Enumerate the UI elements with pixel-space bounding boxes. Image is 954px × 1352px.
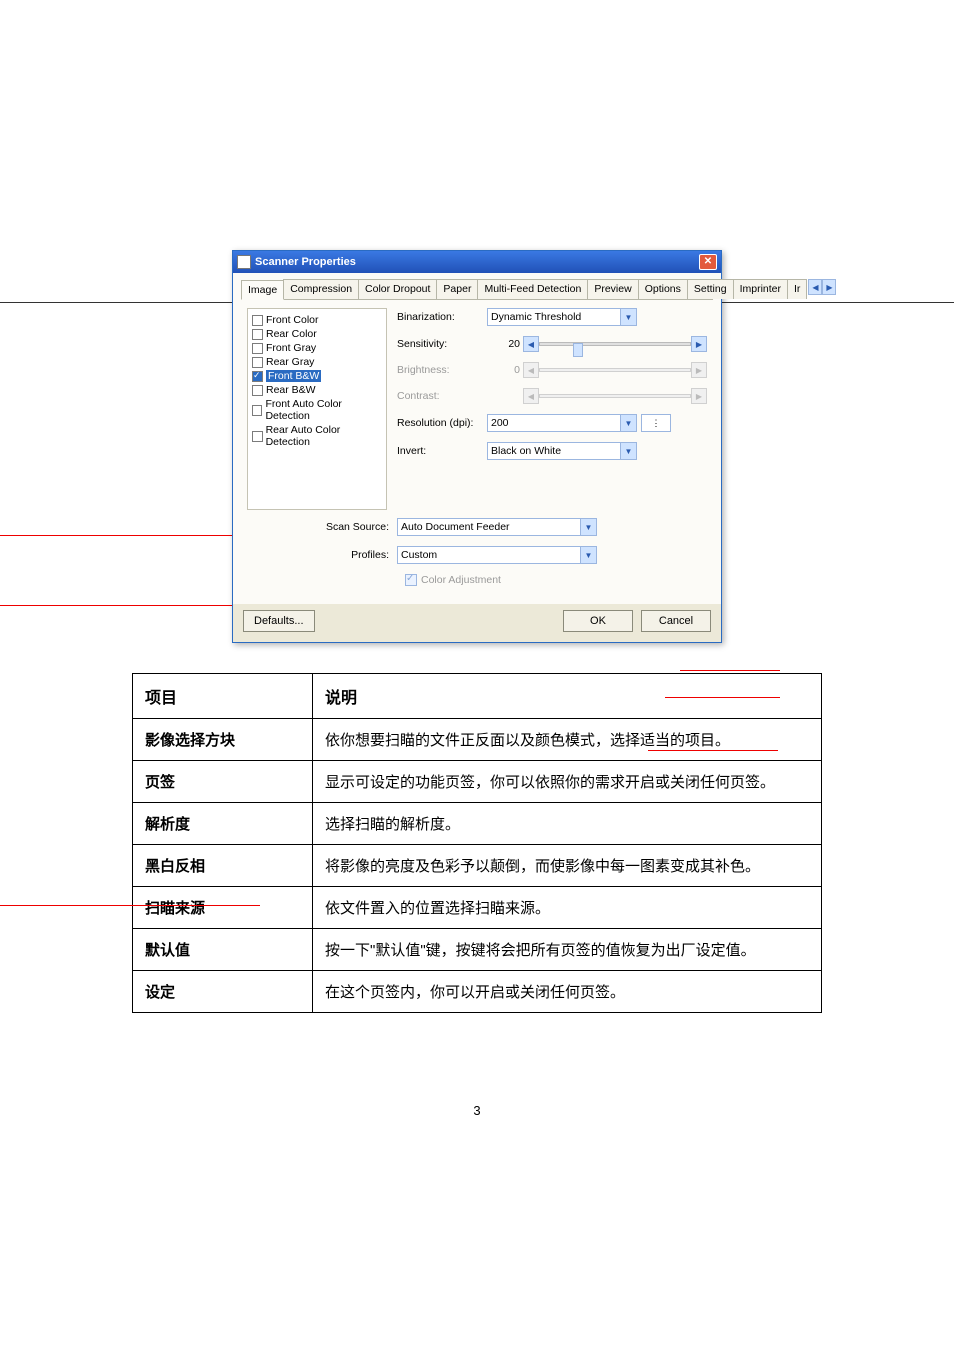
opt-front-bw[interactable]: Front B&W (252, 369, 382, 383)
annotation-line (0, 905, 260, 906)
scanner-properties-dialog: Scanner Properties ✕ Image Compression C… (232, 250, 722, 643)
table-cell: 默认值 (133, 929, 313, 971)
table-cell: 选择扫瞄的解析度。 (313, 803, 822, 845)
tab-setting[interactable]: Setting (687, 279, 734, 299)
brightness-value: 0 (487, 364, 523, 376)
scan-source-label: Scan Source: (247, 521, 397, 533)
contrast-slider: ◀▶ (523, 388, 707, 404)
color-adjustment-checkbox (405, 574, 417, 586)
opt-rear-color[interactable]: Rear Color (252, 327, 382, 341)
chevron-down-icon: ▼ (620, 443, 636, 459)
opt-rear-auto[interactable]: Rear Auto Color Detection (252, 423, 382, 449)
color-adjustment-label: Color Adjustment (421, 574, 501, 586)
annotation-line (648, 750, 778, 751)
table-cell: 黑白反相 (133, 845, 313, 887)
invert-label: Invert: (397, 445, 487, 457)
brightness-slider: ◀▶ (523, 362, 707, 378)
invert-combo[interactable]: Black on White▼ (487, 442, 637, 460)
tab-paper[interactable]: Paper (436, 279, 478, 299)
table-cell: 设定 (133, 971, 313, 1013)
chevron-down-icon: ▼ (620, 309, 636, 325)
resolution-label: Resolution (dpi): (397, 417, 487, 429)
defaults-button[interactable]: Defaults... (243, 610, 315, 632)
table-cell: 将影像的亮度及色彩予以颠倒，而使影像中每一图素变成其补色。 (313, 845, 822, 887)
tab-preview[interactable]: Preview (587, 279, 638, 299)
table-cell: 显示可设定的功能页签，你可以依照你的需求开启或关闭任何页签。 (313, 761, 822, 803)
slider-left-icon[interactable]: ◀ (523, 336, 539, 352)
close-icon[interactable]: ✕ (699, 254, 717, 270)
cancel-button[interactable]: Cancel (641, 610, 711, 632)
ok-button[interactable]: OK (563, 610, 633, 632)
app-icon (237, 255, 251, 269)
table-cell: 依你想要扫瞄的文件正反面以及颜色模式，选择适当的项目。 (313, 719, 822, 761)
page-number: 3 (0, 1103, 954, 1118)
tab-compression[interactable]: Compression (283, 279, 359, 299)
opt-front-color[interactable]: Front Color (252, 313, 382, 327)
brightness-label: Brightness: (397, 364, 487, 376)
scan-source-combo[interactable]: Auto Document Feeder▼ (397, 518, 597, 536)
tab-options[interactable]: Options (638, 279, 688, 299)
titlebar: Scanner Properties ✕ (233, 251, 721, 273)
resolution-combo[interactable]: 200▼ (487, 414, 637, 432)
image-selection-box: Front Color Rear Color Front Gray Rear G… (247, 308, 387, 510)
opt-front-auto[interactable]: Front Auto Color Detection (252, 397, 382, 423)
chevron-down-icon: ▼ (620, 415, 636, 431)
table-cell: 在这个页签内，你可以开启或关闭任何页签。 (313, 971, 822, 1013)
tab-strip: Image Compression Color Dropout Paper Mu… (241, 279, 713, 300)
tab-imprinter[interactable]: Imprinter (733, 279, 788, 299)
table-cell: 扫瞄来源 (133, 887, 313, 929)
tab-color-dropout[interactable]: Color Dropout (358, 279, 437, 299)
profiles-combo[interactable]: Custom▼ (397, 546, 597, 564)
annotation-line (0, 535, 265, 536)
slider-right-icon[interactable]: ▶ (691, 336, 707, 352)
tab-scroll-left-icon[interactable]: ◀ (808, 279, 822, 295)
sensitivity-value: 20 (487, 338, 523, 350)
opt-front-gray[interactable]: Front Gray (252, 341, 382, 355)
table-cell: 页签 (133, 761, 313, 803)
tab-multifeed[interactable]: Multi-Feed Detection (477, 279, 588, 299)
resolution-spin[interactable]: ⋮ (641, 414, 671, 432)
sensitivity-slider[interactable]: ◀ ▶ (523, 336, 707, 352)
table-header: 说明 (313, 674, 822, 719)
table-header: 项目 (133, 674, 313, 719)
table-cell: 影像选择方块 (133, 719, 313, 761)
opt-rear-gray[interactable]: Rear Gray (252, 355, 382, 369)
contrast-label: Contrast: (397, 390, 487, 402)
opt-rear-bw[interactable]: Rear B&W (252, 383, 382, 397)
tab-image[interactable]: Image (241, 280, 284, 300)
tab-more[interactable]: Ir (787, 279, 807, 299)
table-cell: 依文件置入的位置选择扫瞄来源。 (313, 887, 822, 929)
window-title: Scanner Properties (255, 256, 356, 268)
binarization-label: Binarization: (397, 311, 487, 323)
annotation-line (680, 670, 780, 671)
profiles-label: Profiles: (247, 549, 397, 561)
table-cell: 解析度 (133, 803, 313, 845)
annotation-line (665, 697, 780, 698)
description-table: 项目 说明 影像选择方块依你想要扫瞄的文件正反面以及颜色模式，选择适当的项目。 … (132, 673, 822, 1013)
binarization-combo[interactable]: Dynamic Threshold▼ (487, 308, 637, 326)
chevron-down-icon: ▼ (580, 547, 596, 563)
table-cell: 按一下"默认值"键，按键将会把所有页签的值恢复为出厂设定值。 (313, 929, 822, 971)
chevron-down-icon: ▼ (580, 519, 596, 535)
tab-scroll-right-icon[interactable]: ▶ (822, 279, 836, 295)
sensitivity-label: Sensitivity: (397, 338, 487, 350)
